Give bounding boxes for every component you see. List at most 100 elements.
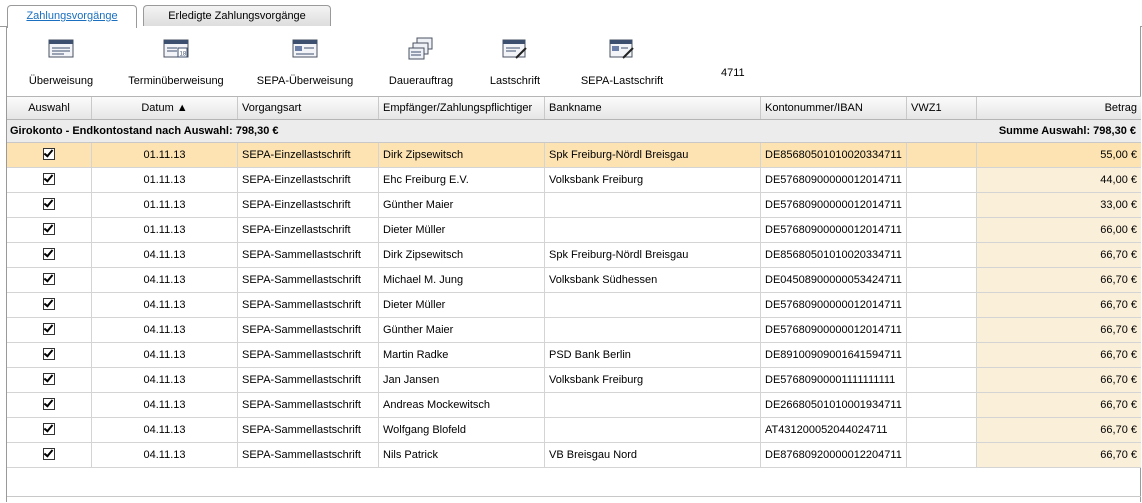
selection-checkbox[interactable] (43, 348, 55, 360)
selection-checkbox[interactable] (43, 248, 55, 260)
table-row[interactable]: 04.11.13 SEPA-Sammellastschrift Michael M.… (7, 268, 1141, 293)
select-checkbox-cell (7, 293, 92, 317)
vwz1-cell (907, 318, 977, 342)
table-row[interactable]: 04.11.13 SEPA-Sammellastschrift Günther Ma… (7, 318, 1141, 343)
sepa-transfer-button[interactable]: SEPA-Überweisung (256, 37, 354, 93)
bank-name-cell: Spk Freiburg-Nördl Breisgau (545, 243, 761, 267)
sepa-transfer-label: SEPA-Überweisung (256, 75, 354, 87)
iban-cell: DE57680900000012014711 (761, 168, 907, 192)
transaction-type-cell: SEPA-Sammellastschrift (238, 243, 379, 267)
selection-checkbox[interactable] (43, 323, 55, 335)
transaction-type-cell: SEPA-Einzellastschrift (238, 168, 379, 192)
column-header-vwz1[interactable]: VWZ1 (907, 97, 977, 119)
table-row[interactable]: 01.11.13 SEPA-Einzellastschrift Dirk Zipse… (7, 143, 1141, 168)
date-cell: 04.11.13 (92, 368, 238, 392)
select-checkbox-cell (7, 218, 92, 242)
tab-label: Erledigte Zahlungsvorgänge (168, 10, 306, 22)
bank-name-cell: Spk Freiburg-Nördl Breisgau (545, 143, 761, 167)
scheduled-transfer-button[interactable]: 18 Terminüberweisung (127, 37, 225, 93)
date-cell: 04.11.13 (92, 418, 238, 442)
vwz1-cell (907, 443, 977, 467)
column-header-empfaenger[interactable]: Empfänger/Zahlungspflichtiger (379, 97, 545, 119)
vwz1-cell (907, 393, 977, 417)
bank-name-cell: Volksbank Südhessen (545, 268, 761, 292)
column-header-bankname[interactable]: Bankname (545, 97, 761, 119)
transaction-type-cell: SEPA-Sammellastschrift (238, 418, 379, 442)
selection-checkbox[interactable] (43, 173, 55, 185)
column-header-iban[interactable]: Kontonummer/IBAN (761, 97, 907, 119)
table-row[interactable]: 04.11.13 SEPA-Sammellastschrift Dirk Zipse… (7, 243, 1141, 268)
direct-debit-icon (502, 39, 527, 59)
selection-checkbox[interactable] (43, 223, 55, 235)
vwz1-cell (907, 343, 977, 367)
payee-cell: Martin Radke (379, 343, 545, 367)
table-row[interactable]: 01.11.13 SEPA-Einzellastschrift Ehc Freibu… (7, 168, 1141, 193)
toolbar: Überweisung 18 Terminüberweisung SEPA-Üb… (0, 27, 1142, 95)
table-row[interactable]: 04.11.13 SEPA-Sammellastschrift Andreas Mo… (7, 393, 1141, 418)
table-row[interactable]: 04.11.13 SEPA-Sammellastschrift Martin Rad… (7, 343, 1141, 368)
bank-name-cell (545, 418, 761, 442)
iban-cell: DE85680501010020334711 (761, 243, 907, 267)
vwz1-cell (907, 293, 977, 317)
table-row[interactable]: 01.11.13 SEPA-Einzellastschrift Dieter Mül… (7, 218, 1141, 243)
table-row[interactable]: 04.11.13 SEPA-Sammellastschrift Nils Patri… (7, 443, 1141, 468)
sepa-direct-debit-button[interactable]: SEPA-Lastschrift (578, 37, 666, 93)
amount-cell: 66,70 € (977, 243, 1141, 267)
select-checkbox-cell (7, 443, 92, 467)
payee-cell: Nils Patrick (379, 443, 545, 467)
bank-name-cell (545, 218, 761, 242)
iban-cell: DE57680900000012014711 (761, 293, 907, 317)
selection-checkbox[interactable] (43, 148, 55, 160)
selection-checkbox[interactable] (43, 373, 55, 385)
vwz1-cell (907, 243, 977, 267)
column-header-datum[interactable]: Datum ▲ (92, 97, 238, 119)
date-cell: 04.11.13 (92, 293, 238, 317)
selection-checkbox[interactable] (43, 423, 55, 435)
selection-checkbox[interactable] (43, 298, 55, 310)
transaction-type-cell: SEPA-Sammellastschrift (238, 343, 379, 367)
direct-debit-button[interactable]: Lastschrift (486, 37, 544, 93)
bank-name-cell (545, 293, 761, 317)
table-row[interactable]: 04.11.13 SEPA-Sammellastschrift Wolfgang B… (7, 418, 1141, 443)
payee-cell: Jan Jansen (379, 368, 545, 392)
bank-name-cell: Volksbank Freiburg (545, 168, 761, 192)
scheduled-transfer-icon: 18 (163, 39, 189, 58)
transfer-button[interactable]: Überweisung (27, 37, 95, 93)
selection-checkbox[interactable] (43, 273, 55, 285)
amount-cell: 66,70 € (977, 318, 1141, 342)
payee-cell: Dirk Zipsewitsch (379, 243, 545, 267)
tab-zahlungsvorgaenge[interactable]: Zahlungsvorgänge (7, 5, 137, 28)
column-header-vorgangsart[interactable]: Vorgangsart (238, 97, 379, 119)
payee-cell: Andreas Mockewitsch (379, 393, 545, 417)
table-bottom-border (7, 496, 1141, 497)
transfer-icon (48, 39, 74, 58)
date-cell: 04.11.13 (92, 268, 238, 292)
column-header-betrag[interactable]: Betrag (977, 97, 1141, 119)
select-checkbox-cell (7, 343, 92, 367)
date-cell: 04.11.13 (92, 393, 238, 417)
iban-cell: DE57680900000012014711 (761, 318, 907, 342)
payee-cell: Michael M. Jung (379, 268, 545, 292)
iban-cell: DE85680501010020334711 (761, 143, 907, 167)
amount-cell: 55,00 € (977, 143, 1141, 167)
date-cell: 01.11.13 (92, 168, 238, 192)
group-row-girokonto[interactable]: Girokonto - Endkontostand nach Auswahl: … (7, 120, 1141, 143)
standing-order-icon (408, 37, 433, 60)
table-row[interactable]: 04.11.13 SEPA-Sammellastschrift Dieter Mül… (7, 293, 1141, 318)
bank-name-cell (545, 393, 761, 417)
standing-order-button[interactable]: Dauerauftrag (386, 37, 456, 93)
date-cell: 04.11.13 (92, 243, 238, 267)
transfer-label: Überweisung (28, 75, 94, 87)
column-header-auswahl[interactable]: Auswahl (7, 97, 92, 119)
selection-checkbox[interactable] (43, 198, 55, 210)
tab-erledigte-zahlungsvorgaenge[interactable]: Erledigte Zahlungsvorgänge (143, 5, 331, 27)
selection-checkbox[interactable] (43, 448, 55, 460)
table-row[interactable]: 01.11.13 SEPA-Einzellastschrift Günther Ma… (7, 193, 1141, 218)
bank-name-cell: VB Breisgau Nord (545, 443, 761, 467)
selection-checkbox[interactable] (43, 398, 55, 410)
direct-debit-label: Lastschrift (489, 75, 541, 87)
transaction-type-cell: SEPA-Einzellastschrift (238, 193, 379, 217)
transaction-type-cell: SEPA-Sammellastschrift (238, 318, 379, 342)
amount-cell: 66,70 € (977, 418, 1141, 442)
table-row[interactable]: 04.11.13 SEPA-Sammellastschrift Jan Jansen… (7, 368, 1141, 393)
